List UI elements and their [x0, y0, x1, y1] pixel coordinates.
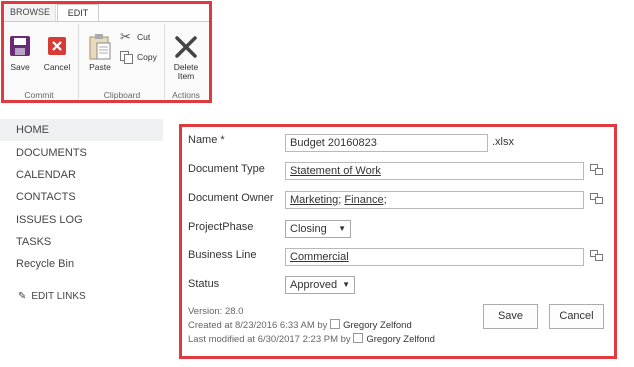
nav-item-issues-log[interactable]: ISSUES LOG — [16, 214, 83, 226]
edit-links-label: EDIT LINKS — [31, 291, 86, 302]
nav-item-home[interactable]: HOME — [16, 124, 49, 136]
nav-item-recycle-bin[interactable]: Recycle Bin — [16, 258, 74, 270]
nav-item-tasks[interactable]: TASKS — [16, 236, 51, 248]
nav-item-calendar[interactable]: CALENDAR — [16, 169, 76, 181]
pencil-icon: ✎ — [18, 291, 27, 302]
ribbon-highlight — [1, 1, 212, 103]
nav-item-contacts[interactable]: CONTACTS — [16, 191, 76, 203]
form-highlight — [179, 124, 617, 359]
nav-item-documents[interactable]: DOCUMENTS — [16, 147, 87, 159]
edit-links[interactable]: ✎ EDIT LINKS — [18, 291, 86, 302]
